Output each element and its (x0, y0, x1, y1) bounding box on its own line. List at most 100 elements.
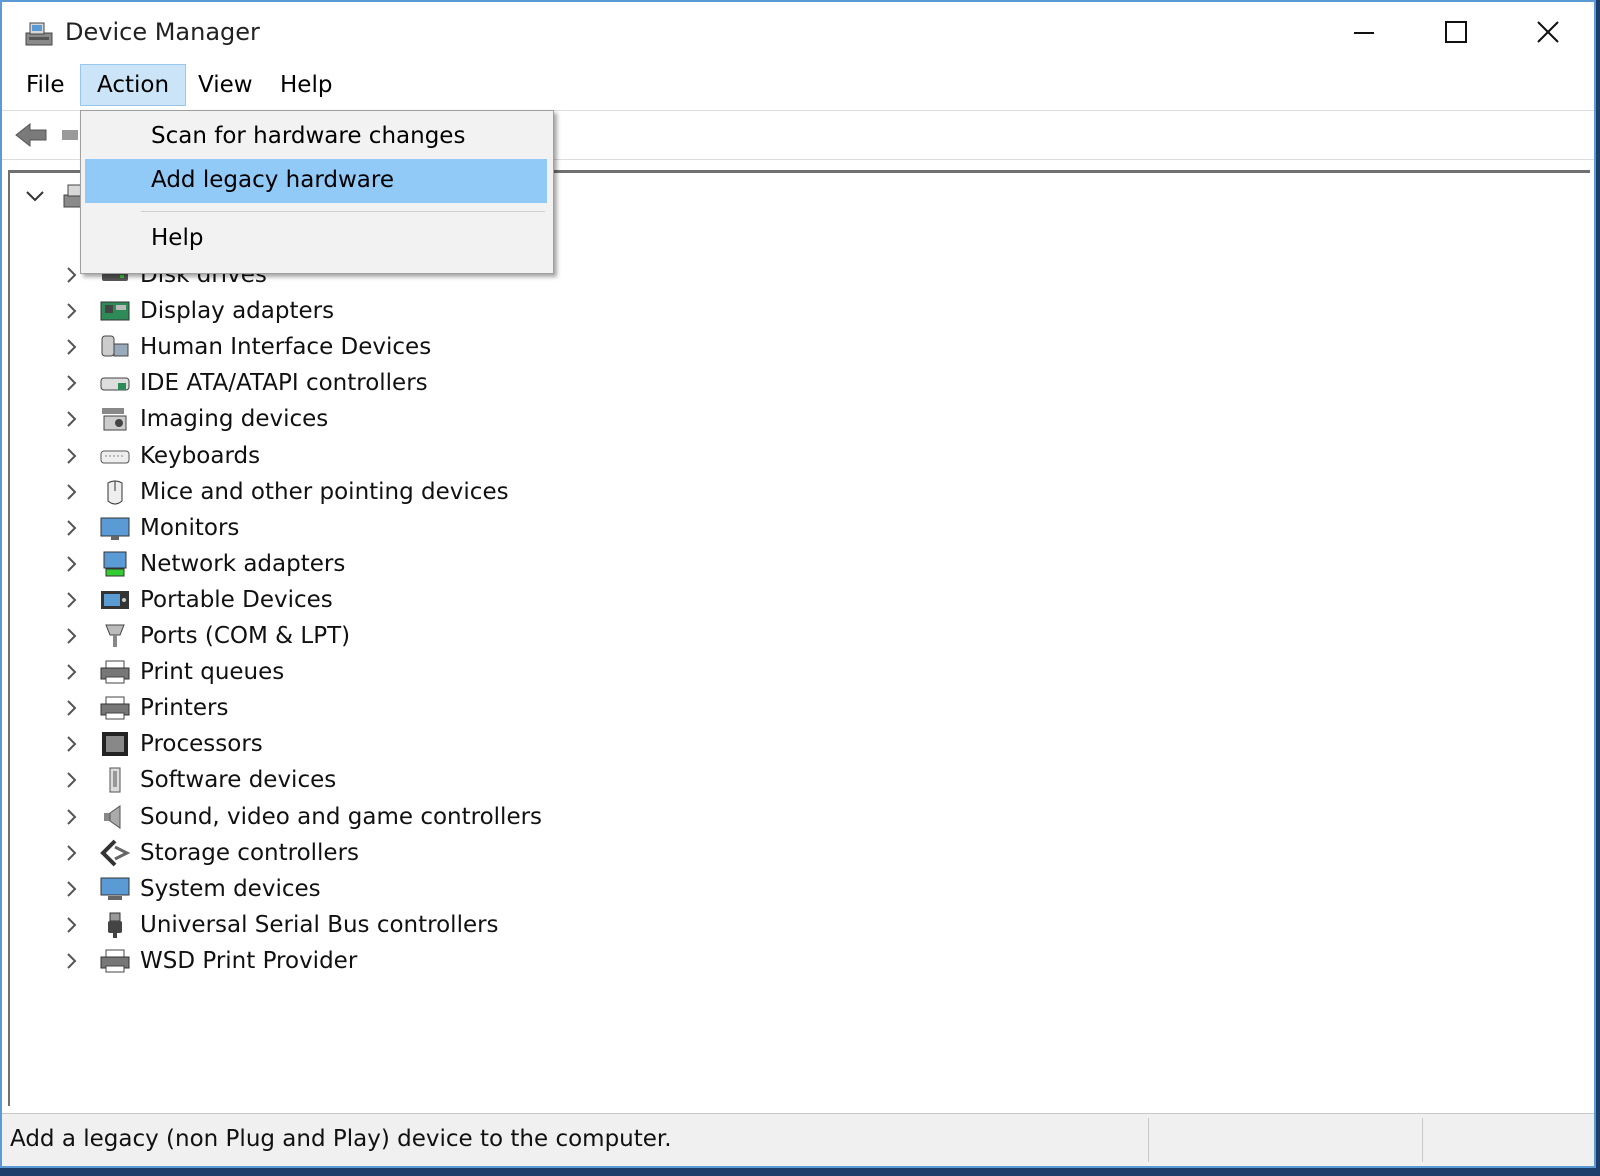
status-text: Add a legacy (non Plug and Play) device … (10, 1126, 672, 1152)
tree-item[interactable]: WSD Print Provider (60, 943, 357, 979)
window-title: Device Manager (65, 18, 260, 46)
tree-item-label: IDE ATA/ATAPI controllers (140, 370, 428, 397)
tree-item[interactable]: Network adapters (60, 546, 345, 582)
tree-item-label: Display adapters (140, 298, 335, 325)
back-arrow-icon[interactable] (14, 121, 50, 149)
monitor-icon (98, 513, 132, 543)
chevron-right-icon[interactable] (60, 914, 82, 936)
system-device-icon (98, 874, 132, 904)
title-bar[interactable]: Device Manager (2, 2, 1594, 62)
menu-separator (141, 211, 545, 212)
chevron-right-icon[interactable] (60, 733, 82, 755)
tree-item[interactable]: Portable Devices (60, 582, 333, 618)
chevron-right-icon[interactable] (60, 842, 82, 864)
storage-controller-icon (98, 838, 132, 868)
tree-item[interactable]: IDE ATA/ATAPI controllers (60, 365, 428, 401)
chevron-right-icon[interactable] (60, 806, 82, 828)
minimize-icon (1354, 32, 1374, 34)
menu-view[interactable]: View (182, 64, 269, 106)
minimize-button[interactable] (1318, 2, 1410, 62)
network-adapter-icon (98, 549, 132, 579)
chevron-right-icon[interactable] (60, 372, 82, 394)
tree-item-label: Network adapters (140, 550, 346, 577)
chevron-right-icon[interactable] (60, 481, 82, 503)
chevron-right-icon[interactable] (60, 878, 82, 900)
tree-item-label: Storage controllers (140, 839, 360, 866)
chevron-right-icon[interactable] (60, 336, 82, 358)
menu-action[interactable]: Action (80, 64, 187, 106)
tree-item[interactable]: Imaging devices (60, 401, 328, 437)
chevron-down-icon[interactable] (22, 183, 48, 209)
tree-item[interactable]: Human Interface Devices (60, 329, 431, 365)
tree-item-label: Human Interface Devices (140, 334, 432, 361)
printer-icon (98, 946, 132, 976)
device-tree: Disk drives Display adapters Human Interfa… (8, 170, 1590, 1106)
tree-item[interactable]: Ports (COM & LPT) (60, 618, 350, 654)
chevron-right-icon[interactable] (60, 589, 82, 611)
action-menu-dropdown: Scan for hardware changes Add legacy har… (80, 110, 554, 274)
display-adapter-icon (98, 296, 132, 326)
speaker-icon (98, 802, 132, 832)
tree-item-label: Portable Devices (140, 586, 333, 613)
status-divider (1422, 1118, 1423, 1162)
tree-item-label: Sound, video and game controllers (140, 803, 543, 830)
tree-item[interactable]: Processors (60, 726, 263, 762)
chevron-right-icon[interactable] (60, 445, 82, 467)
tree-item[interactable]: Print queues (60, 654, 284, 690)
tree-item-label: Imaging devices (140, 406, 329, 433)
tree-item-label: WSD Print Provider (140, 947, 358, 974)
close-icon (1537, 21, 1559, 43)
menu-help[interactable]: Help (264, 64, 348, 106)
close-button[interactable] (1502, 2, 1594, 62)
processor-icon (98, 729, 132, 759)
keyboard-icon (98, 441, 132, 471)
tree-item-label: Mice and other pointing devices (140, 478, 509, 505)
tree-item-label: Software devices (140, 767, 337, 794)
chevron-right-icon[interactable] (60, 661, 82, 683)
tree-item[interactable]: Keyboards (60, 438, 260, 474)
tree-item-label: Print queues (140, 659, 285, 686)
software-device-icon (98, 765, 132, 795)
mouse-icon (98, 477, 132, 507)
chevron-right-icon[interactable] (60, 625, 82, 647)
chevron-right-icon[interactable] (60, 769, 82, 791)
chevron-right-icon[interactable] (60, 408, 82, 430)
device-manager-icon (25, 22, 53, 46)
status-divider (1148, 1118, 1149, 1162)
chevron-right-icon[interactable] (60, 517, 82, 539)
chevron-right-icon[interactable] (60, 300, 82, 322)
port-icon (98, 621, 132, 651)
tree-item[interactable]: System devices (60, 871, 321, 907)
tree-item[interactable]: Sound, video and game controllers (60, 799, 542, 835)
chevron-right-icon[interactable] (60, 950, 82, 972)
menu-bar: File Action View Help (2, 64, 1594, 108)
maximize-button[interactable] (1410, 2, 1502, 62)
tree-item[interactable]: Display adapters (60, 293, 334, 329)
usb-icon (98, 910, 132, 940)
menu-item-add-legacy-hardware[interactable]: Add legacy hardware (85, 159, 547, 203)
maximize-icon (1445, 21, 1467, 43)
ide-controller-icon (98, 368, 132, 398)
menu-item-help[interactable]: Help (85, 217, 547, 261)
tree-item[interactable]: Universal Serial Bus controllers (60, 907, 499, 943)
chevron-right-icon[interactable] (60, 697, 82, 719)
device-manager-window: Device Manager File Action View Help Dis… (0, 0, 1596, 1168)
tree-item[interactable]: Monitors (60, 510, 239, 546)
tree-item[interactable]: Storage controllers (60, 835, 359, 871)
status-bar: Add a legacy (non Plug and Play) device … (2, 1113, 1594, 1166)
tree-item[interactable]: Printers (60, 690, 229, 726)
tree-item[interactable]: Software devices (60, 762, 336, 798)
menu-item-scan-hardware[interactable]: Scan for hardware changes (85, 115, 547, 159)
tree-item-label: Keyboards (140, 442, 261, 469)
portable-device-icon (98, 585, 132, 615)
tree-item-label: System devices (140, 875, 321, 902)
chevron-right-icon[interactable] (60, 553, 82, 575)
tree-item[interactable]: Mice and other pointing devices (60, 474, 509, 510)
camera-icon (98, 404, 132, 434)
tree-item-label: Ports (COM & LPT) (140, 623, 351, 649)
forward-arrow-icon[interactable] (60, 125, 80, 145)
printer-icon (98, 693, 132, 723)
hid-icon (98, 332, 132, 362)
chevron-right-icon[interactable] (60, 264, 82, 286)
menu-file[interactable]: File (10, 64, 81, 106)
